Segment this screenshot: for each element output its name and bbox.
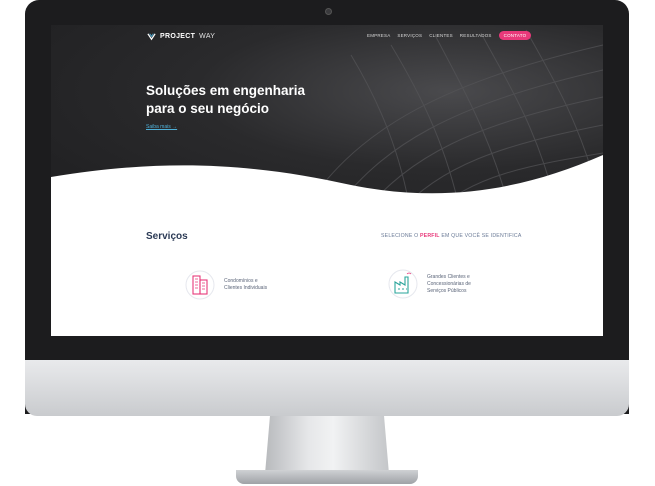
service-card-text: Grandes Clientes e Concessionárias de Se… [427,274,471,295]
service-card-line: Clientes Individuais [224,285,268,291]
monitor-chin [25,360,629,416]
webcam-icon [325,8,332,15]
brand-name-light: WAY [199,32,216,40]
brand-logo[interactable]: PROJECT WAY [147,30,215,42]
nav-item-servicos[interactable]: SERVIÇOS [397,33,422,38]
hero-section: PROJECT WAY EMPRESA SERVIÇOS CLIENTES RE… [51,25,603,215]
nav-item-empresa[interactable]: EMPRESA [367,33,390,38]
buildings-icon [185,270,215,300]
select-profile-suffix: EM QUE VOCÊ SE IDENTIFICA [439,233,522,239]
website-screen: PROJECT WAY EMPRESA SERVIÇOS CLIENTES RE… [51,25,603,336]
main-nav: EMPRESA SERVIÇOS CLIENTES RESULTADOS CON… [367,31,532,40]
service-card-line: Condomínios e [224,278,258,284]
services-title: Serviços [146,231,188,242]
logo-mark-icon [147,32,156,40]
select-profile-highlight: PERFIL [420,233,440,239]
monitor-stand-base [236,470,418,484]
hero-wave-divider [51,155,603,215]
select-profile-prefix: SELECIONE O [381,233,421,239]
service-card-line: Concessionárias de [427,280,471,287]
select-profile-text: SELECIONE O PERFIL EM QUE VOCÊ SE IDENTI… [381,233,522,239]
hero-headline-line2: para o seu negócio [146,101,270,116]
brand-name-strong: PROJECT [160,32,196,40]
service-card-line: Serviços Públicos [427,287,467,294]
service-card-grandes-clientes[interactable]: Grandes Clientes e Concessionárias de Se… [387,268,471,300]
hero-headline-line1: Soluções em engenharia [146,83,306,98]
nav-item-resultados[interactable]: RESULTADOS [460,33,492,38]
service-card-line: Grandes Clientes e [427,273,470,280]
contact-button[interactable]: CONTATO [498,31,532,40]
monitor-stand-neck [265,416,389,474]
hero-headline: Soluções em engenharia para o seu negóci… [146,82,305,118]
service-card-text: Condomínios e Clientes Individuais [224,278,267,292]
nav-item-clientes[interactable]: CLIENTES [429,33,453,38]
service-card-condominios[interactable]: Condomínios e Clientes Individuais [184,269,267,301]
factory-icon [388,269,418,299]
learn-more-link[interactable]: Saiba mais → [146,124,177,130]
